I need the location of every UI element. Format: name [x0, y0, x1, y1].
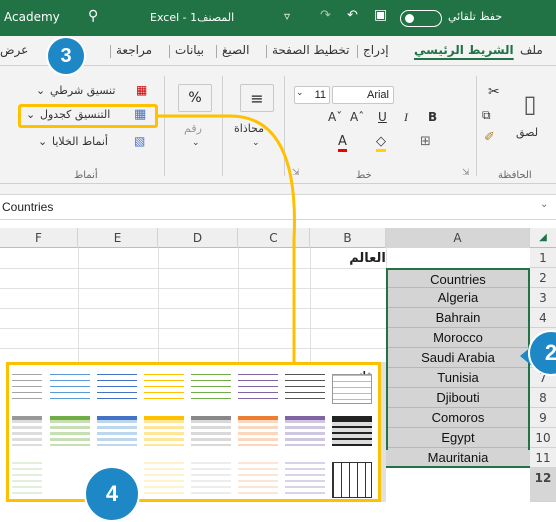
- table-style-none[interactable]: [332, 374, 372, 404]
- table-style-light[interactable]: [97, 374, 137, 404]
- table-style-light[interactable]: [191, 374, 231, 404]
- table-style-medium[interactable]: [12, 416, 42, 446]
- table-style-light[interactable]: [238, 374, 278, 404]
- table-style-dark[interactable]: [238, 462, 278, 498]
- table-style-light[interactable]: [50, 374, 90, 404]
- table-style-medium[interactable]: [332, 416, 372, 446]
- step-4-badge: 4: [84, 466, 140, 522]
- table-style-light[interactable]: [12, 374, 42, 404]
- table-style-dark[interactable]: [332, 462, 372, 498]
- table-style-dark[interactable]: [144, 462, 184, 498]
- table-style-medium[interactable]: [97, 416, 137, 446]
- table-style-medium[interactable]: [238, 416, 278, 446]
- table-style-medium[interactable]: [285, 416, 325, 446]
- table-style-light[interactable]: [144, 374, 184, 404]
- table-style-dark[interactable]: [12, 462, 42, 498]
- table-style-dark[interactable]: [191, 462, 231, 498]
- table-style-medium[interactable]: [191, 416, 231, 446]
- table-style-medium[interactable]: [144, 416, 184, 446]
- table-style-dark[interactable]: [285, 462, 325, 498]
- table-style-light[interactable]: [285, 374, 325, 404]
- table-style-medium[interactable]: [50, 416, 90, 446]
